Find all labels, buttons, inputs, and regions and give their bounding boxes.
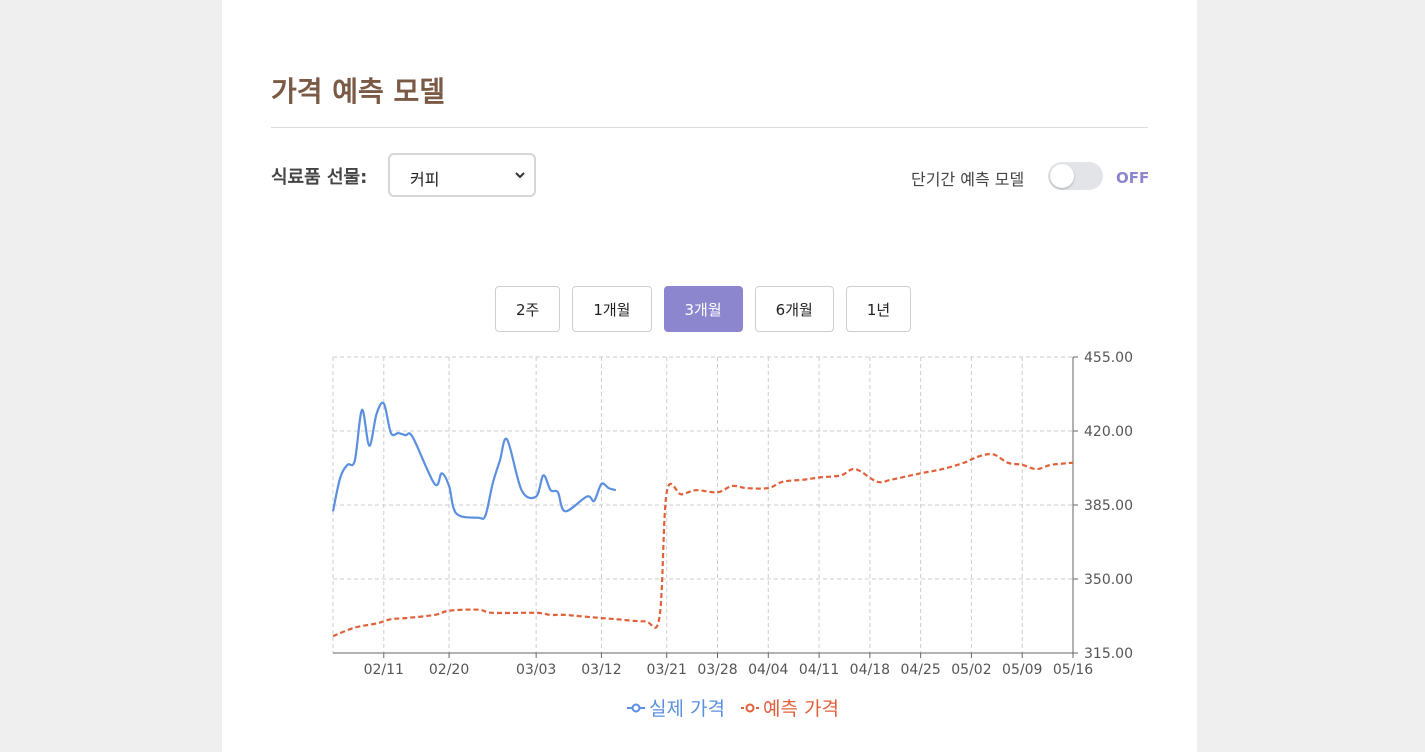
- x-tick-label: 04/04: [748, 662, 788, 678]
- y-tick-label: 315.00: [1084, 646, 1133, 662]
- legend-actual-label: 실제 가격: [649, 698, 725, 720]
- y-tick-label: 455.00: [1084, 350, 1133, 366]
- y-tick-label: 420.00: [1084, 424, 1133, 440]
- legend-item-actual[interactable]: 실제 가격: [627, 694, 725, 721]
- x-tick-label: 03/28: [697, 662, 737, 678]
- x-tick-label: 02/11: [364, 662, 404, 678]
- y-tick-label: 385.00: [1084, 498, 1133, 514]
- x-tick-label: 04/25: [900, 662, 940, 678]
- x-tick-label: 05/02: [951, 662, 991, 678]
- main-card: 가격 예측 모델 식료품 선물: 커피 단기간 예측 모델 OFF 2주 1개월…: [222, 0, 1197, 752]
- forecast-price-line: [332, 452, 1074, 638]
- x-tick-label: 05/09: [1002, 662, 1042, 678]
- y-tick-label: 350.00: [1084, 572, 1133, 588]
- chart-legend: 실제 가격 예측 가격: [627, 694, 839, 721]
- legend-forecast-marker-icon: [740, 703, 759, 712]
- x-tick-label: 05/16: [1053, 662, 1093, 678]
- legend-item-forecast[interactable]: 예측 가격: [740, 694, 839, 721]
- x-tick-label: 04/11: [799, 662, 839, 678]
- x-tick-label: 03/03: [516, 662, 556, 678]
- price-chart: 455.00 420.00 385.00 350.00 315.00 02/11 02/20…: [331, 350, 1133, 678]
- x-tick-label: 03/21: [647, 662, 687, 678]
- x-tick-label: 02/20: [429, 662, 469, 678]
- x-tick-label: 03/12: [581, 662, 621, 678]
- legend-forecast-label: 예측 가격: [762, 698, 839, 720]
- legend-actual-marker-icon: [627, 703, 645, 712]
- actual-price-line: [331, 401, 617, 520]
- x-tick-label: 04/18: [850, 662, 890, 678]
